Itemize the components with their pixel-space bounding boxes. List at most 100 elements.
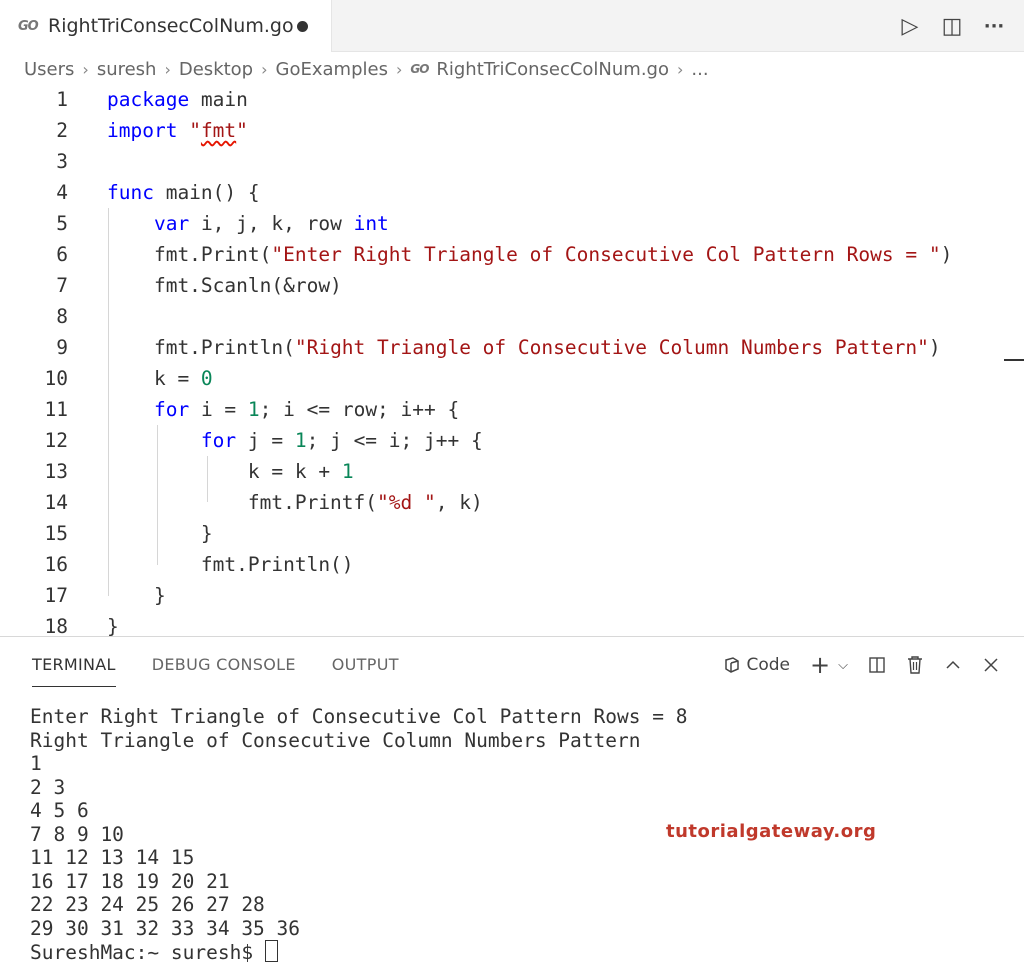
line-number: 1	[56, 88, 68, 111]
breadcrumb-goexamples[interactable]: GoExamples	[276, 59, 388, 80]
code-text: import "fmt"	[107, 119, 248, 142]
split-terminal-icon[interactable]	[868, 656, 886, 674]
code-line[interactable]: 10 k = 0	[0, 363, 1024, 394]
line-number: 16	[44, 553, 68, 576]
editor-tab-bar: GO RightTriConsecColNum.go ▷ ◫ ···	[0, 0, 1024, 52]
line-number: 17	[44, 584, 68, 607]
breadcrumb-separator-icon: ›	[164, 59, 171, 79]
line-number: 6	[56, 243, 68, 266]
unsaved-dot-icon[interactable]	[297, 21, 308, 32]
breadcrumb-suresh[interactable]: suresh	[97, 59, 157, 80]
line-number: 10	[44, 367, 68, 390]
tab-debug-console[interactable]: DEBUG CONSOLE	[152, 655, 296, 687]
breadcrumb-separator-icon: ›	[677, 59, 684, 79]
line-number: 11	[44, 398, 68, 421]
line-number: 7	[56, 274, 68, 297]
line-number: 18	[44, 615, 68, 638]
terminal-shell-label: Code	[746, 655, 791, 675]
terminal-output[interactable]: Enter Right Triangle of Consecutive Col …	[30, 705, 687, 965]
code-text: var i, j, k, row int	[153, 212, 389, 235]
code-editor[interactable]: 1 package main 2 import "fmt" 3 4 func main() …	[0, 84, 1024, 638]
bottom-panel: TERMINAL DEBUG CONSOLE OUTPUT Code + ⌵ E…	[0, 636, 1024, 969]
terminal-line: 29 30 31 32 33 34 35 36	[30, 916, 301, 940]
line-number: 4	[56, 181, 68, 204]
line-number: 9	[56, 336, 68, 359]
code-line[interactable]: 8	[0, 301, 1024, 332]
line-number: 13	[44, 460, 68, 483]
code-line[interactable]: 15 }	[0, 518, 1024, 549]
terminal-line: Enter Right Triangle of Consecutive Col …	[30, 705, 688, 728]
breadcrumb-users[interactable]: Users	[24, 59, 74, 80]
code-line[interactable]: 12 for j = 1; j <= i; j++ {	[0, 425, 1024, 456]
terminal-shell-selector[interactable]: Code	[723, 655, 791, 675]
run-icon[interactable]: ▷	[898, 12, 922, 40]
line-number: 3	[56, 150, 68, 173]
breadcrumb-separator-icon: ›	[395, 59, 403, 79]
breadcrumb-file[interactable]: RightTriConsecColNum.go	[436, 59, 669, 80]
code-text: k = 0	[107, 367, 213, 390]
editor-tab[interactable]: GO RightTriConsecColNum.go	[0, 0, 332, 52]
editor-actions: ▷ ◫ ···	[898, 12, 1006, 40]
watermark-logo: tutorialgateway.org	[666, 821, 877, 842]
code-line[interactable]: 4 func main() {	[0, 177, 1024, 208]
code-line[interactable]: 7 fmt.Scanln(&row)	[0, 270, 1024, 301]
code-line[interactable]: 14 fmt.Printf("%d ", k)	[0, 487, 1024, 518]
tab-output[interactable]: OUTPUT	[332, 655, 399, 687]
line-number: 5	[56, 212, 68, 235]
trash-icon[interactable]	[906, 655, 924, 675]
new-terminal-icon[interactable]: +	[810, 651, 830, 679]
breadcrumb-separator-icon: ›	[82, 59, 89, 79]
code-text: for j = 1; j <= i; j++ {	[200, 429, 483, 452]
code-line[interactable]: 16 fmt.Println()	[0, 549, 1024, 580]
code-text: package main	[107, 88, 248, 111]
line-number: 12	[44, 429, 68, 452]
close-panel-icon[interactable]	[982, 656, 1000, 674]
breadcrumb-more[interactable]: ...	[691, 59, 708, 80]
terminal-shell-icon	[724, 657, 739, 673]
line-number: 2	[56, 119, 68, 142]
terminal-line: 1	[30, 752, 42, 775]
panel-actions: Code + ⌵	[723, 651, 1001, 679]
code-text: fmt.Println()	[107, 553, 354, 576]
code-text: func main() {	[107, 181, 260, 204]
code-text: fmt.Printf("%d ", k)	[107, 491, 483, 514]
code-text: fmt.Println("Right Triangle of Consecuti…	[107, 336, 941, 359]
terminal-line: 16 17 18 19 20 21	[30, 869, 230, 893]
code-line[interactable]: 6 fmt.Print("Enter Right Triangle of Con…	[0, 239, 1024, 270]
more-actions-icon[interactable]: ···	[982, 12, 1006, 40]
tab-title: RightTriConsecColNum.go	[48, 15, 294, 37]
line-number: 8	[56, 305, 68, 328]
line-number: 14	[44, 491, 68, 514]
code-line[interactable]: 11 for i = 1; i <= row; i++ {	[0, 394, 1024, 425]
tab-terminal[interactable]: TERMINAL	[32, 655, 116, 687]
code-text: }	[107, 584, 166, 607]
terminal-prompt[interactable]: SureshMac:~ suresh$	[30, 940, 687, 965]
go-file-icon: GO	[410, 62, 429, 76]
breadcrumb-desktop[interactable]: Desktop	[179, 59, 253, 80]
code-line[interactable]: 5 var i, j, k, row int	[0, 208, 1024, 239]
code-text: k = k + 1	[107, 460, 354, 483]
split-editor-icon[interactable]: ◫	[940, 12, 964, 40]
text-cursor	[1004, 359, 1024, 361]
code-text: fmt.Print("Enter Right Triangle of Conse…	[107, 243, 953, 266]
line-number: 15	[44, 522, 68, 545]
terminal-line: 22 23 24 25 26 27 28	[30, 893, 265, 916]
code-text: for i = 1; i <= row; i++ {	[153, 398, 460, 421]
terminal-line: 4 5 6	[30, 799, 89, 822]
code-line[interactable]: 9 fmt.Println("Right Triangle of Consecu…	[0, 332, 1024, 363]
code-line[interactable]: 1 package main	[0, 84, 1024, 115]
code-text: }	[107, 615, 119, 638]
breadcrumb: Users › suresh › Desktop › GoExamples › …	[24, 56, 709, 82]
go-file-icon: GO	[18, 18, 39, 34]
terminal-cursor	[264, 940, 278, 962]
code-line[interactable]: 13 k = k + 1	[0, 456, 1024, 487]
code-line[interactable]: 2 import "fmt"	[0, 115, 1024, 146]
panel-tabs: TERMINAL DEBUG CONSOLE OUTPUT	[32, 655, 399, 687]
code-text: }	[107, 522, 213, 545]
breadcrumb-separator-icon: ›	[261, 59, 268, 79]
code-line[interactable]: 3	[0, 146, 1024, 177]
dropdown-chevron-icon[interactable]: ⌵	[838, 658, 848, 673]
code-line[interactable]: 17 }	[0, 580, 1024, 611]
maximize-panel-icon[interactable]	[944, 656, 962, 674]
terminal-line: 11 12 13 14 15	[30, 846, 195, 869]
